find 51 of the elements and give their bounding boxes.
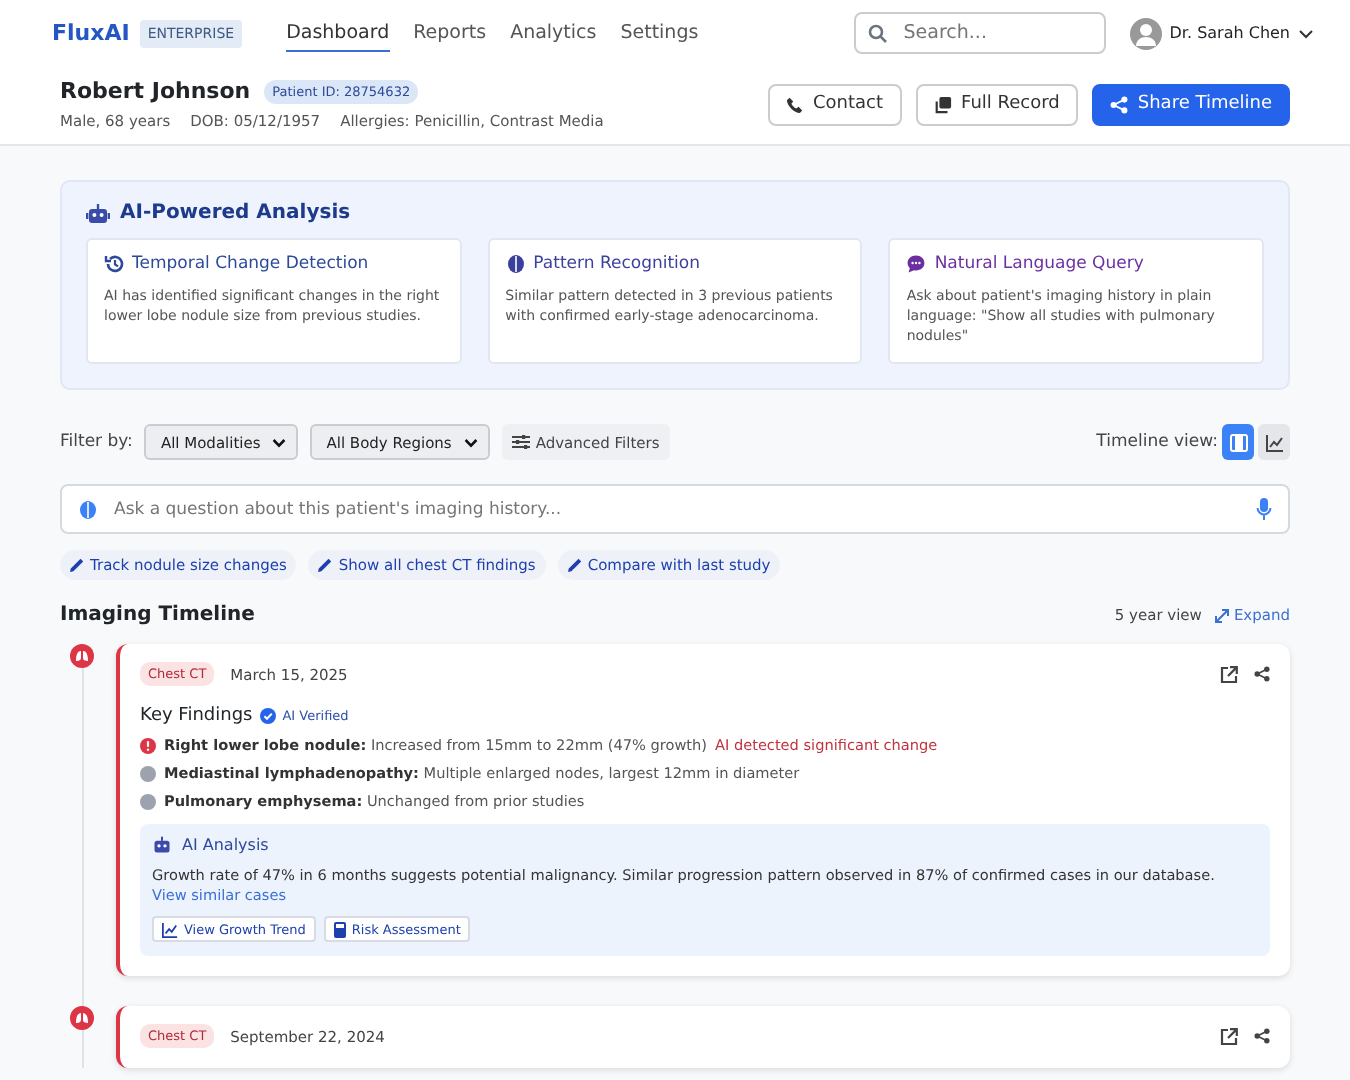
patient-name: Robert Johnson (60, 78, 251, 104)
lung-marker-icon (70, 1006, 94, 1030)
columns-icon (1229, 433, 1247, 451)
timeline-view-label: Timeline view: (1096, 432, 1218, 452)
view-toggle[interactable] (1222, 424, 1254, 460)
microphone-icon[interactable] (1256, 498, 1272, 520)
avatar[interactable] (1129, 17, 1162, 49)
calculator-icon (333, 921, 346, 937)
chevron-down-icon[interactable] (1298, 27, 1314, 39)
brand-logo[interactable]: FluxAI (52, 20, 130, 46)
findings-heading: Key Findings (140, 706, 253, 726)
feature-title: Temporal Change Detection (132, 254, 369, 274)
pencil-icon (70, 558, 84, 572)
action-button[interactable]: Contact (767, 83, 902, 125)
view-toggle[interactable] (1258, 424, 1290, 460)
nav-tab[interactable]: Settings (620, 15, 699, 51)
external-link-icon[interactable] (1220, 665, 1238, 683)
verified-check-icon (260, 708, 277, 724)
line-chart-icon (1265, 433, 1283, 451)
robot-icon (152, 836, 172, 854)
action-button[interactable]: Full Record (915, 83, 1078, 125)
copy-icon (933, 95, 952, 113)
share-icon[interactable] (1254, 1028, 1270, 1044)
phone-icon (785, 95, 804, 113)
chevron-down-icon (272, 437, 287, 447)
section-title: Imaging Timeline (60, 604, 255, 626)
filter-label: Filter by: (60, 432, 133, 452)
analysis-title: AI Analysis (182, 836, 269, 854)
search-icon (867, 23, 888, 43)
question-field[interactable]: Ask a question about this patient's imaging history... (60, 484, 1290, 534)
expand-icon (1213, 607, 1230, 623)
chevron-down-icon (463, 437, 478, 447)
panel-title: AI-Powered Analysis (120, 202, 351, 224)
nav-tab[interactable]: Reports (413, 15, 487, 51)
nav-tab[interactable]: Analytics (510, 15, 597, 51)
lung-marker-icon (70, 644, 94, 668)
nav-tab[interactable]: Dashboard (286, 15, 390, 51)
feature-title: Pattern Recognition (533, 254, 700, 274)
feature-title: Natural Language Query (934, 254, 1144, 274)
share-icon[interactable] (1254, 666, 1270, 682)
sliders-icon (511, 434, 530, 450)
line-chart-icon (162, 921, 178, 937)
pencil-icon (567, 558, 582, 572)
brain-icon (78, 499, 98, 519)
external-link-icon[interactable] (1220, 1027, 1238, 1045)
pencil-icon (318, 558, 333, 572)
share-icon (1109, 95, 1128, 113)
action-button[interactable]: Share Timeline (1091, 83, 1290, 125)
robot-icon (86, 203, 110, 223)
search-field[interactable]: Search... (853, 12, 1106, 54)
user-name[interactable]: Dr. Sarah Chen (1169, 24, 1290, 42)
